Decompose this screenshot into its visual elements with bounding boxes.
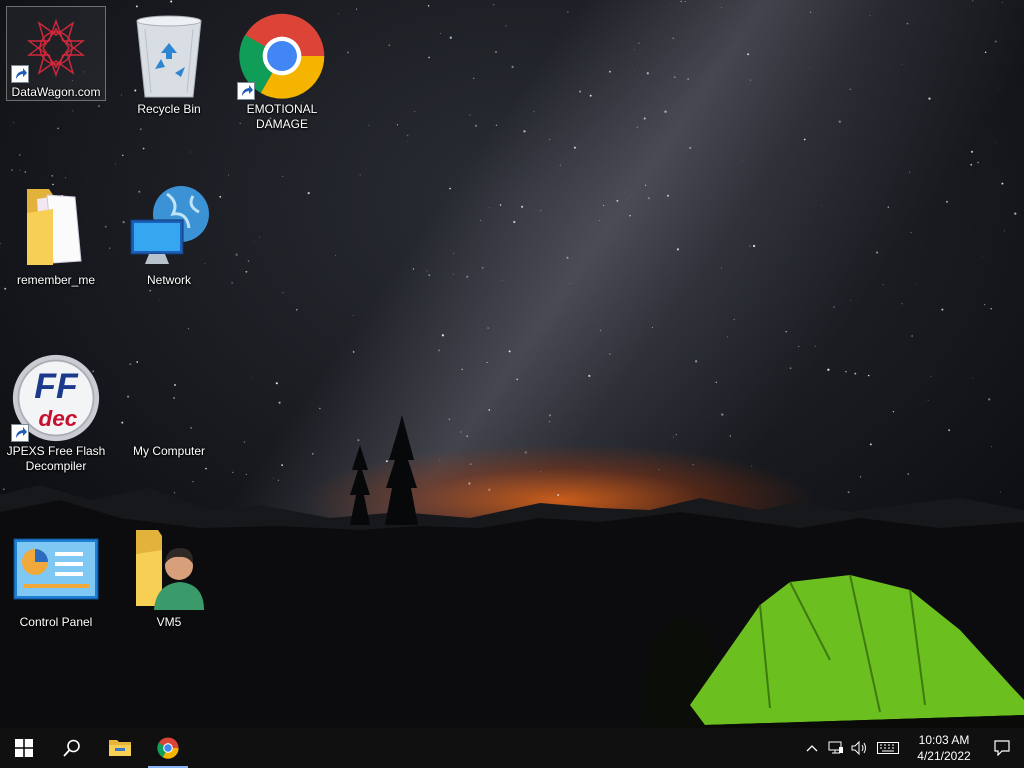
file-explorer-button[interactable] (96, 728, 144, 768)
ffdec-logo-top: FF (34, 366, 79, 406)
shortcut-arrow-icon (11, 65, 29, 83)
desktop-background: DataWagon.com Recycle Bin EMOTIONAL DAMAGE… (0, 0, 1024, 728)
touch-keyboard-button[interactable] (872, 728, 904, 768)
start-button[interactable] (0, 728, 48, 768)
volume-button[interactable] (848, 728, 872, 768)
search-icon (63, 739, 80, 757)
desktop-icon-datawagon[interactable]: DataWagon.com (6, 6, 106, 101)
keyboard-icon (877, 742, 899, 754)
folder-icon (11, 183, 101, 271)
show-hidden-icons-button[interactable] (800, 728, 824, 768)
chrome-icon (237, 12, 327, 100)
volume-icon (851, 741, 866, 755)
desktop-icon-network[interactable]: Network (119, 177, 219, 322)
chrome-taskbar-button[interactable] (144, 728, 192, 768)
desktop-icon-control-panel[interactable]: Control Panel (6, 519, 106, 664)
desktop-icon-vm5[interactable]: VM5 (119, 519, 219, 664)
desktop-icon-label: Network (146, 273, 191, 287)
desktop-icon-recycle-bin[interactable]: Recycle Bin (119, 6, 219, 151)
desktop-icon-label: Control Panel (19, 615, 93, 629)
desktop-icon-emotional-damage[interactable]: EMOTIONAL DAMAGE (232, 6, 332, 151)
network-tray-button[interactable] (824, 728, 848, 768)
shortcut-arrow-icon (11, 424, 29, 442)
system-tray: 10:03 AM 4/21/2022 (800, 728, 1024, 768)
user-folder-icon (124, 525, 214, 613)
desktop-icon-label: DataWagon.com (11, 85, 101, 99)
network-icon (124, 183, 214, 271)
my-computer-icon (124, 354, 214, 442)
clock-time: 10:03 AM (918, 733, 970, 747)
datawagon-icon (11, 13, 101, 83)
start-icon (15, 739, 33, 757)
file-explorer-icon (109, 740, 131, 756)
recycle-bin-icon (124, 12, 214, 100)
desktop-icon-label: VM5 (156, 615, 182, 629)
desktop-icon-remember-me[interactable]: remember_me (6, 177, 106, 322)
chrome-icon (157, 737, 179, 759)
desktop-icon-label: My Computer (132, 444, 206, 458)
desktop-icon-label: remember_me (16, 273, 96, 287)
notification-icon (994, 740, 1010, 756)
desktop-icon-my-computer[interactable]: My Computer (119, 348, 219, 493)
desktop-icon-label: Recycle Bin (137, 102, 201, 116)
shortcut-arrow-icon (237, 82, 255, 100)
search-button[interactable] (48, 728, 96, 768)
desktop-icon-jpexs-ffdec[interactable]: FF dec JPEXS Free Flash Decompiler (6, 348, 106, 493)
clock-date: 4/21/2022 (917, 749, 971, 763)
control-panel-icon (11, 525, 101, 613)
clock[interactable]: 10:03 AM 4/21/2022 (908, 732, 980, 764)
chevron-up-icon (806, 745, 818, 752)
ffdec-icon: FF dec (11, 354, 101, 442)
desktop-icon-label: EMOTIONAL DAMAGE (246, 102, 318, 131)
desktop-icon-label: JPEXS Free Flash Decompiler (6, 444, 106, 473)
action-center-button[interactable] (980, 728, 1024, 768)
ffdec-logo-bottom: dec (38, 406, 77, 431)
taskbar: 10:03 AM 4/21/2022 (0, 728, 1024, 768)
network-icon (828, 741, 843, 754)
